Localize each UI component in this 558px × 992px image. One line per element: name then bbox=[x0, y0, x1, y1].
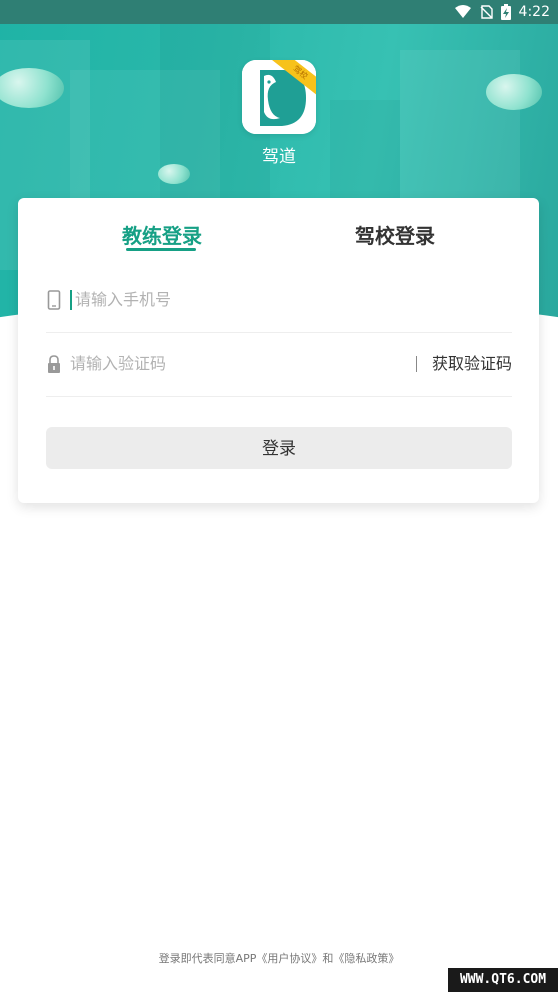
phone-icon bbox=[47, 290, 61, 310]
decorative-orb bbox=[486, 74, 542, 110]
code-input[interactable]: 请输入验证码 bbox=[70, 332, 166, 396]
login-button[interactable]: 登录 bbox=[46, 427, 512, 469]
code-field[interactable]: 请输入验证码 获取验证码 bbox=[46, 332, 512, 397]
app-logo: 驾校 bbox=[242, 60, 316, 134]
agreement-text[interactable]: 登录即代表同意APP《用户协议》和《隐私政策》 bbox=[0, 950, 558, 966]
active-tab-indicator bbox=[126, 248, 196, 251]
status-time: 4:22 bbox=[518, 4, 550, 20]
lock-icon bbox=[48, 355, 60, 373]
tab-school-login[interactable]: 驾校登录 bbox=[355, 220, 435, 249]
tab-coach-login[interactable]: 教练登录 bbox=[122, 220, 202, 249]
watermark: WWW.QT6.COM bbox=[448, 968, 558, 992]
divider bbox=[416, 356, 417, 372]
phone-field[interactable]: 请输入手机号 bbox=[46, 268, 512, 333]
decorative-orb bbox=[158, 164, 190, 184]
wifi-icon bbox=[454, 5, 471, 18]
login-card: 教练登录 驾校登录 请输入手机号 请输入验证码 获取验证码 登录 bbox=[18, 198, 539, 503]
phone-input[interactable]: 请输入手机号 bbox=[70, 290, 171, 310]
battery-charging-icon bbox=[500, 4, 511, 20]
status-bar: 4:22 bbox=[0, 0, 558, 24]
get-code-button[interactable]: 获取验证码 bbox=[432, 332, 512, 396]
app-name: 驾道 bbox=[262, 147, 296, 167]
no-sim-icon bbox=[480, 5, 493, 19]
